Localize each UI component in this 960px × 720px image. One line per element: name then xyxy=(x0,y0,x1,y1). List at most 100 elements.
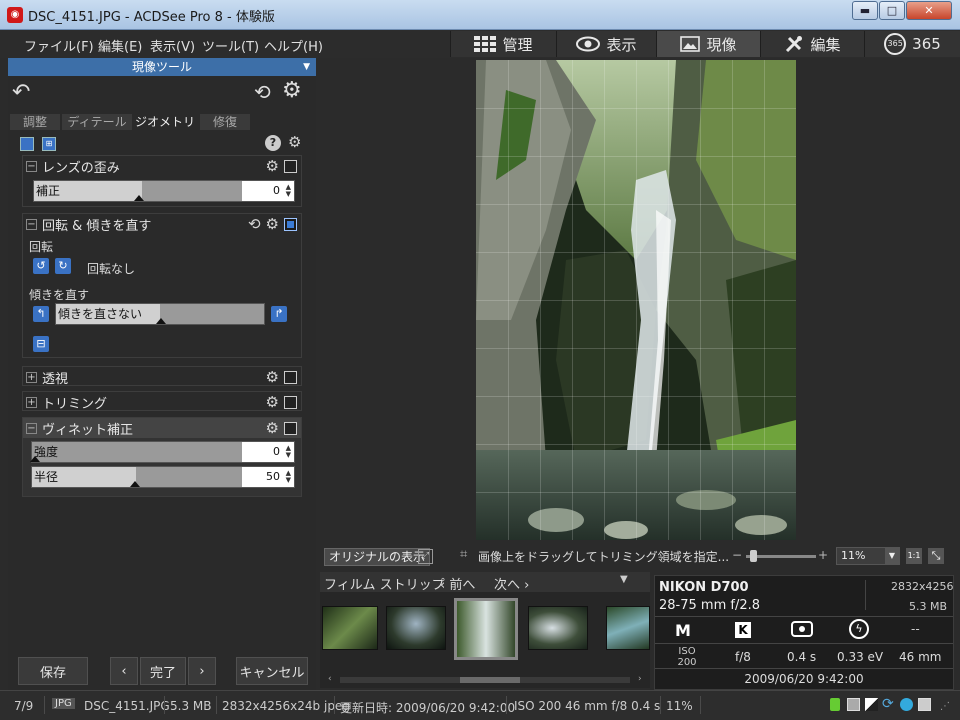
filmstrip-scroll-thumb[interactable] xyxy=(460,677,520,683)
tab-repair[interactable]: 修復 xyxy=(200,114,250,130)
panel-dropdown-icon[interactable]: ▼ xyxy=(303,58,310,76)
trimming-checkbox[interactable] xyxy=(284,395,297,409)
tab-adjust[interactable]: 調整 xyxy=(10,114,60,130)
gear-icon[interactable]: ⚙ xyxy=(266,368,279,386)
minimize-button[interactable]: ▬ xyxy=(852,1,878,20)
fit-screen-icon[interactable]: ⤢ xyxy=(418,549,433,564)
thumbnail[interactable] xyxy=(606,606,650,650)
slider-label: 半径 xyxy=(34,470,59,484)
lens-correction-slider[interactable]: 補正 0 ▲ ▼ xyxy=(33,180,295,202)
lock-icon xyxy=(830,698,840,711)
sync-icon: ⟳ xyxy=(882,696,894,712)
expand-icon[interactable]: + xyxy=(26,396,37,408)
filmstrip-next-button[interactable]: 次へ › xyxy=(494,574,529,593)
database-icon xyxy=(900,698,913,711)
thumbnail[interactable] xyxy=(386,606,446,650)
thumbnail-selected[interactable] xyxy=(454,598,518,660)
vignette-strength-value[interactable]: 0 ▲ ▼ xyxy=(242,442,294,462)
vignette-checkbox[interactable] xyxy=(284,421,297,435)
slider-knob[interactable] xyxy=(130,481,140,487)
tab-detail[interactable]: ディテール xyxy=(62,114,132,130)
slider-knob[interactable] xyxy=(30,456,40,462)
compare-icon[interactable]: ⊞ xyxy=(42,137,56,151)
reset-icon[interactable]: ⟲ xyxy=(254,80,271,104)
crop-grid-button[interactable]: ⊟ xyxy=(33,336,49,352)
actual-size-button[interactable]: 1:1 xyxy=(906,548,922,564)
mode-view-button[interactable]: 表示 xyxy=(556,31,656,57)
collapse-icon[interactable]: − xyxy=(26,218,37,230)
close-button[interactable]: ✕ xyxy=(906,1,952,20)
zoom-in-button[interactable]: + xyxy=(818,548,828,562)
rotate-state: 回転なし xyxy=(87,262,136,276)
filmstrip-scroll-left[interactable]: ‹ xyxy=(328,674,332,684)
next-image-button[interactable]: › xyxy=(188,657,216,685)
straighten-slider[interactable]: 傾きを直さない xyxy=(55,303,265,325)
rotate-left-button[interactable]: ↺ xyxy=(33,258,49,274)
thumbnail[interactable] xyxy=(322,606,378,650)
mode-edit-button[interactable]: 編集 xyxy=(760,31,864,57)
mode-develop-button[interactable]: 現像 xyxy=(656,31,760,57)
show-original-button[interactable]: オリジナルの表示 xyxy=(324,548,431,566)
collapse-icon[interactable]: − xyxy=(26,160,37,172)
perspective-checkbox[interactable] xyxy=(284,370,297,384)
cancel-button[interactable]: キャンセル xyxy=(236,657,308,685)
filmstrip-prev-button[interactable]: ‹ 前へ xyxy=(440,574,475,593)
tools-icon xyxy=(786,36,803,53)
rotate-right-button[interactable]: ↻ xyxy=(55,258,71,274)
fullscreen-icon[interactable]: ⤡ xyxy=(928,548,944,564)
help-icon[interactable]: ? xyxy=(265,135,281,151)
settings-gear-icon[interactable]: ⚙ xyxy=(282,78,302,103)
trimming-title: トリミング xyxy=(42,396,108,412)
reset-icon[interactable]: ⟲ xyxy=(248,215,261,233)
metering-icon xyxy=(791,621,813,637)
tab-geometry[interactable]: ジオメトリ xyxy=(134,114,196,130)
thumbnail[interactable] xyxy=(528,606,588,650)
straighten-label: 傾きを直す xyxy=(29,288,90,302)
vignette-radius-slider[interactable]: 半径 50 ▲ ▼ xyxy=(31,466,295,488)
resize-grip-icon[interactable]: ⋰ xyxy=(940,701,950,712)
lens-distortion-checkbox[interactable] xyxy=(284,159,297,173)
waterfall-photo[interactable] xyxy=(476,60,796,540)
mode-develop-label: 現像 xyxy=(706,35,737,54)
mode-manage-button[interactable]: 管理 xyxy=(450,31,556,57)
gear-icon[interactable]: ⚙ xyxy=(266,419,279,437)
menu-help[interactable]: ヘルプ(H) xyxy=(264,36,323,55)
panel-gear-icon[interactable]: ⚙ xyxy=(288,133,301,151)
menu-bar: ファイル(F) 編集(E) 表示(V) ツール(T) ヘルプ(H) 管理 表示 … xyxy=(0,30,960,58)
straighten-apply-button[interactable]: ↱ xyxy=(271,306,287,322)
prev-image-button[interactable]: ‹ xyxy=(110,657,138,685)
lens-correction-value[interactable]: 0 ▲ ▼ xyxy=(242,181,294,201)
vignette-strength-slider[interactable]: 強度 0 ▲ ▼ xyxy=(30,441,295,463)
rotate-checkbox[interactable] xyxy=(284,217,297,231)
menu-view[interactable]: 表示(V) xyxy=(150,36,195,55)
rotate-section-title: 回転 & 傾きを直す xyxy=(42,218,152,234)
gear-icon[interactable]: ⚙ xyxy=(266,157,279,175)
filmstrip-menu-icon[interactable]: ▼ xyxy=(620,574,628,585)
save-button[interactable]: 保存 xyxy=(18,657,88,685)
image-viewer[interactable] xyxy=(320,58,960,544)
maximize-button[interactable]: □ xyxy=(879,1,905,20)
lens-distortion-section: − レンズの歪み ⚙ 補正 0 ▲ ▼ xyxy=(22,155,302,207)
menu-tools[interactable]: ツール(T) xyxy=(202,36,259,55)
menu-file[interactable]: ファイル(F) xyxy=(24,36,94,55)
undo-icon[interactable]: ↶ xyxy=(12,80,30,105)
gear-icon[interactable]: ⚙ xyxy=(266,215,279,233)
mode-view-label: 表示 xyxy=(606,35,637,54)
expand-icon[interactable]: + xyxy=(26,371,37,383)
status-zoom: 11% xyxy=(666,699,693,713)
zoom-select[interactable]: 11% ▼ xyxy=(836,547,900,565)
slider-knob[interactable] xyxy=(134,195,144,201)
menu-edit[interactable]: 編集(E) xyxy=(98,36,142,55)
slider-knob[interactable] xyxy=(156,318,166,324)
filmstrip-scroll-right[interactable]: › xyxy=(638,674,642,684)
zoom-out-button[interactable]: − xyxy=(732,548,742,562)
grid-view-icon[interactable] xyxy=(20,137,34,151)
zoom-slider-knob[interactable] xyxy=(750,550,757,562)
straighten-tool-button[interactable]: ↰ xyxy=(33,306,49,322)
gear-icon[interactable]: ⚙ xyxy=(266,393,279,411)
collapse-icon[interactable]: − xyxy=(26,422,37,434)
done-button[interactable]: 完了 xyxy=(140,657,186,685)
vignette-radius-value[interactable]: 50 ▲ ▼ xyxy=(242,467,294,487)
photo-icon xyxy=(680,36,701,52)
mode-365-button[interactable]: 365 365 xyxy=(864,31,960,57)
